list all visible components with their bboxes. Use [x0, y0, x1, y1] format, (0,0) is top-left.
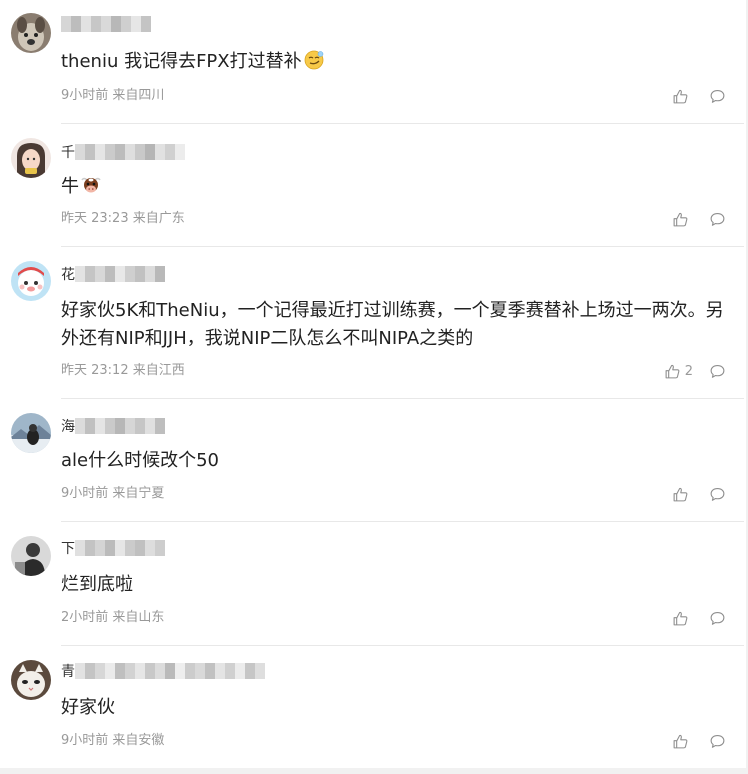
thumbs-up-icon	[665, 364, 680, 379]
like-button[interactable]: 2	[664, 363, 693, 380]
user-avatar[interactable]	[11, 660, 51, 700]
comment-bubble-icon	[710, 487, 725, 501]
comment-actions	[672, 733, 726, 750]
username-mosaic	[75, 418, 165, 434]
comment-meta: 2小时前 来自山东	[61, 610, 165, 625]
username-initial: 青	[61, 664, 75, 680]
comment-bubble-icon	[710, 89, 725, 103]
thumbs-up-icon	[673, 89, 688, 104]
comment-text: 好家伙5K和TheNiu，一个记得最近打过训练赛，一个夏季赛替补上场过一两次。另…	[61, 300, 724, 349]
user-avatar[interactable]	[11, 261, 51, 301]
username-redacted[interactable]: 花	[61, 266, 165, 283]
user-avatar[interactable]	[11, 13, 51, 53]
comment-bubble-icon	[710, 734, 725, 748]
reply-button[interactable]	[709, 88, 726, 105]
reply-button[interactable]	[709, 211, 726, 228]
thumbs-up-icon	[673, 734, 688, 749]
username-redacted[interactable]: 千	[61, 144, 185, 161]
comment-text: theniu 我记得去FPX打过替补	[61, 48, 737, 76]
username-mosaic	[75, 144, 185, 160]
like-button[interactable]	[672, 610, 693, 627]
username-mosaic	[75, 663, 265, 679]
reply-button[interactable]	[709, 486, 726, 503]
thumbs-up-icon	[673, 212, 688, 227]
user-avatar[interactable]	[11, 138, 51, 178]
avatar-bw-icon	[11, 536, 51, 576]
comment-actions	[672, 211, 726, 228]
cow-emoji-icon	[81, 177, 101, 193]
bottom-edge-rule	[0, 768, 748, 774]
like-button[interactable]	[672, 733, 693, 750]
like-button[interactable]	[672, 211, 693, 228]
comment-actions	[672, 486, 726, 503]
username-redacted[interactable]: 下	[61, 540, 165, 557]
username-mosaic	[75, 266, 165, 282]
user-avatar[interactable]	[11, 413, 51, 453]
comment-item: 海 ale什么时候改个50 9小时前 来自宁夏	[0, 399, 746, 522]
like-count: 2	[684, 364, 693, 379]
comment-meta: 9小时前 来自宁夏	[61, 486, 165, 501]
comment-meta: 9小时前 来自安徽	[61, 733, 165, 748]
comment-bubble-icon	[710, 364, 725, 378]
reply-button[interactable]	[709, 733, 726, 750]
thumbs-up-icon	[673, 487, 688, 502]
username-redacted[interactable]: 青	[61, 663, 265, 680]
comment-bubble-icon	[710, 212, 725, 226]
avatar-cartoon-icon	[11, 261, 51, 301]
user-avatar[interactable]	[11, 536, 51, 576]
thumbs-up-icon	[673, 611, 688, 626]
username-mosaic	[61, 16, 151, 32]
username-redacted[interactable]	[61, 16, 151, 32]
comment-item: 下 烂到底啦 2小时前 来自山东	[0, 522, 746, 646]
avatar-landscape-icon	[11, 413, 51, 453]
comment-meta: 昨天 23:23 来自广东	[61, 211, 185, 226]
comment-meta: 9小时前 来自四川	[61, 88, 165, 103]
comment-item: theniu 我记得去FPX打过替补 9小时前 来自四川	[0, 0, 746, 124]
comment-actions	[672, 610, 726, 627]
comment-meta: 昨天 23:12 来自江西	[61, 363, 185, 378]
avatar-dog-icon	[11, 13, 51, 53]
avatar-girl-icon	[11, 138, 51, 178]
username-initial: 下	[61, 541, 75, 557]
comment-item: 花 好家伙5K和TheNiu，一个记得最近打过训练赛，一个夏季赛替补上场过一两次…	[0, 247, 746, 399]
smirk-emoji-icon	[304, 50, 324, 70]
username-initial: 海	[61, 419, 75, 435]
username-mosaic	[75, 540, 165, 556]
comment-item: 千 牛 昨天 23:23 来自广东	[0, 124, 746, 247]
comment-bubble-icon	[710, 611, 725, 625]
username-initial: 花	[61, 267, 75, 283]
comment-actions	[672, 88, 726, 105]
reply-button[interactable]	[709, 363, 726, 380]
comment-item: 青 好家伙 9小时前 来自安徽	[0, 646, 746, 768]
like-button[interactable]	[672, 88, 693, 105]
comment-text: 好家伙	[61, 697, 115, 718]
comment-text: 烂到底啦	[61, 574, 133, 595]
comment-text: ale什么时候改个50	[61, 450, 220, 471]
comment-actions: 2	[664, 363, 726, 380]
reply-button[interactable]	[709, 610, 726, 627]
comment-text: 牛	[61, 173, 737, 201]
like-button[interactable]	[672, 486, 693, 503]
avatar-cat-icon	[11, 660, 51, 700]
username-redacted[interactable]: 海	[61, 418, 165, 435]
username-initial: 千	[61, 145, 75, 161]
